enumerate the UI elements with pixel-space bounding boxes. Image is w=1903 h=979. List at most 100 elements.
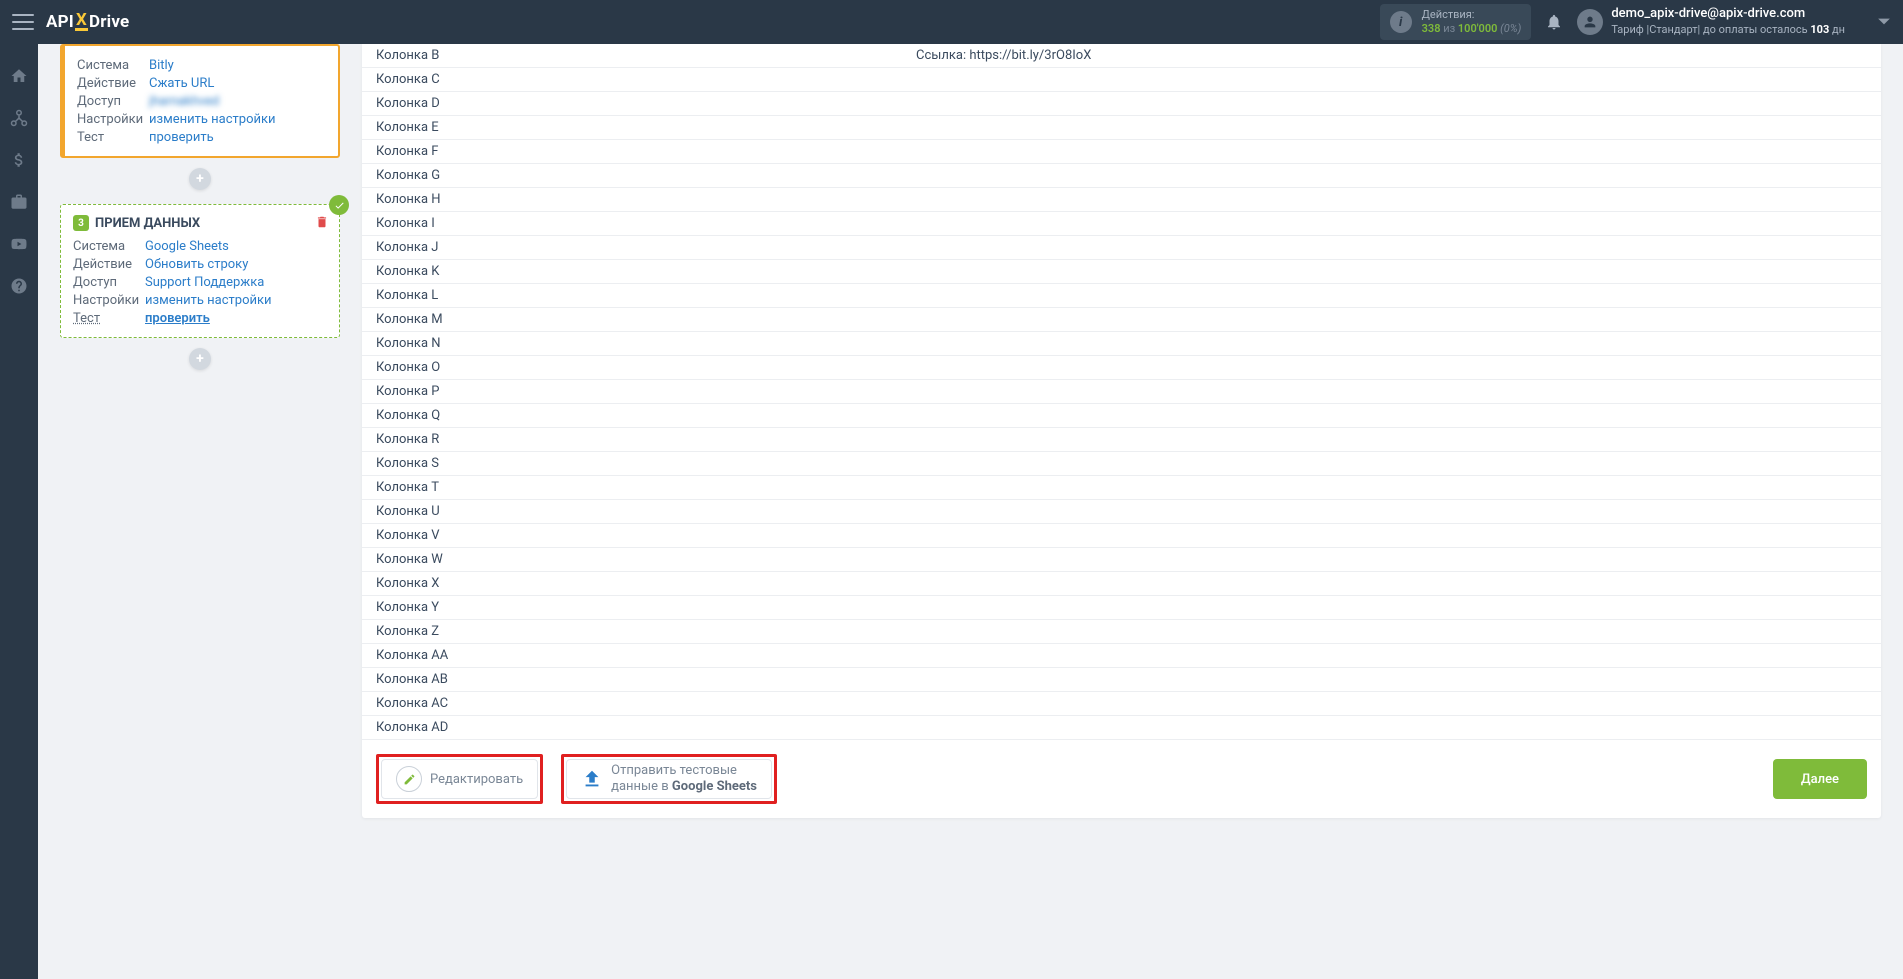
card-row: ДействиеСжать URL bbox=[77, 74, 326, 92]
send-test-data-button[interactable]: Отправить тестовые данные в Google Sheet… bbox=[566, 759, 772, 799]
card-row-value[interactable]: проверить bbox=[145, 311, 210, 326]
nav-connections-icon[interactable] bbox=[0, 102, 38, 134]
footer: Редактировать Отправить тестовые данные … bbox=[362, 740, 1881, 818]
edit-button[interactable]: Редактировать bbox=[381, 759, 538, 799]
actions-badge[interactable]: i Действия: 338 из 100'000 (0%) bbox=[1380, 4, 1532, 41]
table-row: Колонка M bbox=[362, 308, 1881, 332]
card-row-label: Настройки bbox=[73, 293, 145, 308]
table-cell-value bbox=[902, 92, 1881, 115]
card-source: СистемаBitlyДействиеСжать URLДоступjharn… bbox=[60, 44, 340, 158]
table-cell-value bbox=[902, 548, 1881, 571]
table-row: Колонка L bbox=[362, 284, 1881, 308]
sidenav bbox=[0, 44, 38, 979]
card-row-label: Тест bbox=[77, 130, 149, 145]
table-row: Колонка U bbox=[362, 500, 1881, 524]
card-row-value: jharnakhved bbox=[149, 94, 219, 109]
card-row-value[interactable]: Обновить строку bbox=[145, 257, 248, 272]
table-cell-value bbox=[902, 380, 1881, 403]
card-row-value[interactable]: Google Sheets bbox=[145, 239, 229, 254]
table-row: Колонка V bbox=[362, 524, 1881, 548]
upload-icon bbox=[581, 768, 603, 790]
logo-text-drive: Drive bbox=[89, 12, 129, 32]
table-cell-value bbox=[902, 524, 1881, 547]
table-cell-key: Колонка K bbox=[362, 260, 902, 283]
nav-youtube-icon[interactable] bbox=[0, 228, 38, 260]
table-row: Колонка T bbox=[362, 476, 1881, 500]
card-row-value[interactable]: изменить настройки bbox=[149, 112, 276, 127]
card-row: Настройкиизменить настройки bbox=[77, 110, 326, 128]
table-cell-key: Колонка X bbox=[362, 572, 902, 595]
card-row-label: Доступ bbox=[73, 275, 145, 290]
actions-used: 338 bbox=[1422, 22, 1441, 35]
card-row-value[interactable]: проверить bbox=[149, 130, 214, 145]
table-cell-key: Колонка W bbox=[362, 548, 902, 571]
table-cell-key: Колонка O bbox=[362, 356, 902, 379]
logo-text-api: API bbox=[46, 12, 74, 32]
bell-icon[interactable] bbox=[1545, 13, 1563, 31]
table-row: Колонка O bbox=[362, 356, 1881, 380]
table-cell-value bbox=[902, 140, 1881, 163]
card-row-label: Действие bbox=[77, 76, 149, 91]
table-cell-value bbox=[902, 164, 1881, 187]
table-row: Колонка I bbox=[362, 212, 1881, 236]
table-cell-key: Колонка D bbox=[362, 92, 902, 115]
table-cell-value bbox=[902, 212, 1881, 235]
table-cell-key: Колонка L bbox=[362, 284, 902, 307]
table-row: Колонка N bbox=[362, 332, 1881, 356]
card-destination-title: 3 ПРИЕМ ДАННЫХ bbox=[73, 215, 327, 231]
card-row-value[interactable]: Сжать URL bbox=[149, 76, 214, 91]
card-row-value[interactable]: изменить настройки bbox=[145, 293, 272, 308]
card-row-value[interactable]: Support Поддержка bbox=[145, 275, 264, 290]
next-button[interactable]: Далее bbox=[1773, 759, 1867, 799]
table-row: Колонка AB bbox=[362, 668, 1881, 692]
add-step-button-2[interactable]: + bbox=[189, 348, 211, 370]
table-cell-value bbox=[902, 356, 1881, 379]
table-cell-value bbox=[902, 476, 1881, 499]
table-cell-value bbox=[902, 716, 1881, 739]
nav-home-icon[interactable] bbox=[0, 60, 38, 92]
info-icon: i bbox=[1390, 11, 1412, 33]
nav-dollar-icon[interactable] bbox=[0, 144, 38, 176]
table-cell-key: Колонка B bbox=[362, 44, 902, 67]
table-row: Колонка AA bbox=[362, 644, 1881, 668]
user-plan: Тариф |Стандарт| до оплаты осталось 103 … bbox=[1611, 23, 1845, 37]
table-row: Колонка Y bbox=[362, 596, 1881, 620]
table-row: Колонка R bbox=[362, 428, 1881, 452]
table-cell-value bbox=[902, 236, 1881, 259]
table-cell-key: Колонка Y bbox=[362, 596, 902, 619]
highlight-upload: Отправить тестовые данные в Google Sheet… bbox=[561, 754, 777, 804]
card-row: ДействиеОбновить строку bbox=[73, 255, 327, 273]
table-cell-key: Колонка AD bbox=[362, 716, 902, 739]
card-row-label: Действие bbox=[73, 257, 145, 272]
logo[interactable]: APIXDrive bbox=[46, 12, 129, 32]
table-cell-value bbox=[902, 308, 1881, 331]
user-info: demo_apix-drive@apix-drive.com Тариф |Ст… bbox=[1611, 6, 1845, 37]
delete-button[interactable] bbox=[315, 215, 329, 233]
step-badge: 3 bbox=[73, 215, 89, 231]
nav-briefcase-icon[interactable] bbox=[0, 186, 38, 218]
card-row-value[interactable]: Bitly bbox=[149, 58, 174, 73]
actions-percent: (0%) bbox=[1500, 22, 1521, 35]
chevron-down-icon[interactable] bbox=[1877, 14, 1891, 30]
nav-help-icon[interactable] bbox=[0, 270, 38, 302]
user-email: demo_apix-drive@apix-drive.com bbox=[1611, 6, 1845, 23]
add-step-button[interactable]: + bbox=[189, 168, 211, 190]
table-cell-value bbox=[902, 404, 1881, 427]
header-right: i Действия: 338 из 100'000 (0%) demo_api… bbox=[1380, 4, 1891, 41]
upload-label: Отправить тестовые данные в Google Sheet… bbox=[611, 763, 757, 794]
table-cell-value bbox=[902, 644, 1881, 667]
table-cell-value bbox=[902, 668, 1881, 691]
table-cell-key: Колонка Z bbox=[362, 620, 902, 643]
user-menu[interactable]: demo_apix-drive@apix-drive.com Тариф |Ст… bbox=[1577, 6, 1845, 37]
table-cell-value bbox=[902, 68, 1881, 91]
table-row: Колонка E bbox=[362, 116, 1881, 140]
table-cell-key: Колонка AB bbox=[362, 668, 902, 691]
card-row-label: Доступ bbox=[77, 94, 149, 109]
header: APIXDrive i Действия: 338 из 100'000 (0%… bbox=[0, 0, 1903, 44]
table-row: Колонка BСсылка: https://bit.ly/3rO8IoX bbox=[362, 44, 1881, 68]
hamburger-menu-icon[interactable] bbox=[12, 14, 34, 30]
table-cell-key: Колонка G bbox=[362, 164, 902, 187]
table-row: Колонка Q bbox=[362, 404, 1881, 428]
table-cell-value bbox=[902, 284, 1881, 307]
card-title-text: ПРИЕМ ДАННЫХ bbox=[95, 216, 200, 231]
